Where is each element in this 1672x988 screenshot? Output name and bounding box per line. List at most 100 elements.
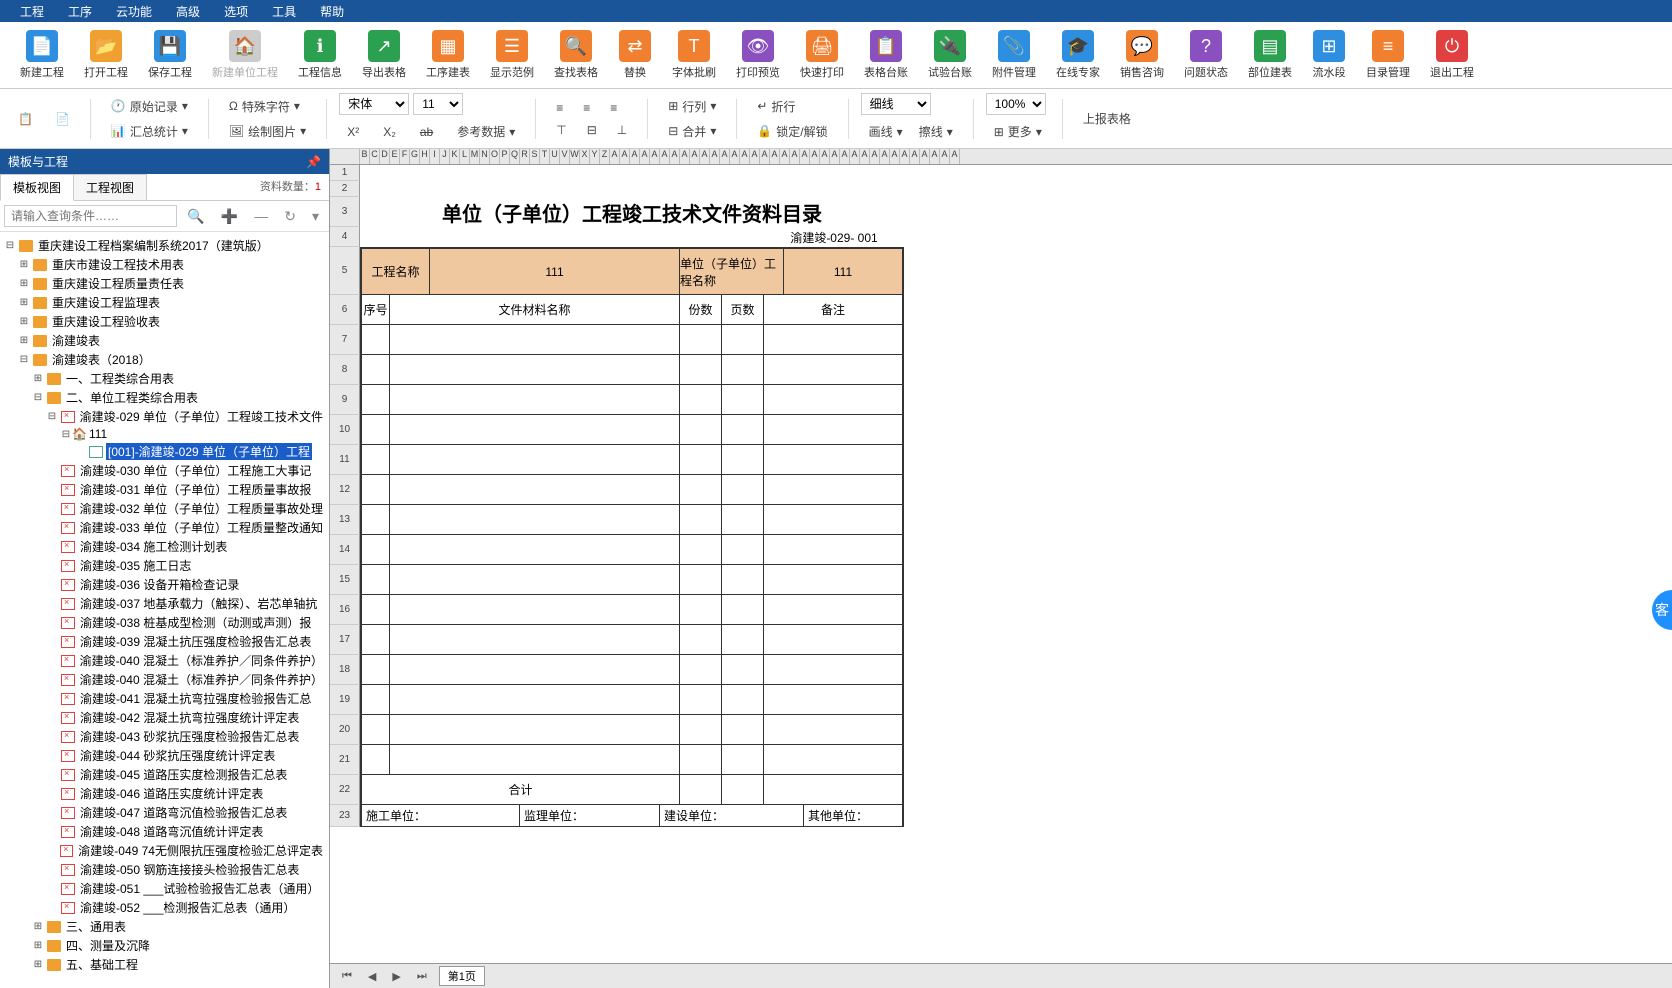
tree-node[interactable]: 渝建竣-032 单位（子单位）工程质量事故处理 (4, 499, 325, 518)
page-prev[interactable]: ◀ (364, 970, 380, 983)
toolbar-btn-3[interactable]: 🏠新建单位工程 (202, 28, 288, 82)
toolbar-btn-20[interactable]: ⊞流水段 (1302, 28, 1356, 82)
line-style-select[interactable]: 细线 (861, 93, 931, 115)
tree-node[interactable]: [001]-渝建竣-029 单位（子单位）工程 (4, 442, 325, 461)
line-color-btn[interactable]: 画线 ▾ (861, 119, 911, 144)
tree-node[interactable]: 渝建竣-049 74无侧限抗压强度检验汇总评定表 (4, 841, 325, 860)
copy-icon[interactable]: 📋 (10, 108, 41, 130)
tree-node[interactable]: ⊞重庆市建设工程技术用表 (4, 255, 325, 274)
special-char-btn[interactable]: Ω 特殊字符 ▾ (221, 94, 314, 119)
toolbar-btn-5[interactable]: ↗导出表格 (352, 28, 416, 82)
tree-node[interactable]: ⊟二、单位工程类综合用表 (4, 388, 325, 407)
tree-node[interactable]: 渝建竣-047 道路弯沉值检验报告汇总表 (4, 803, 325, 822)
toolbar-btn-7[interactable]: ☰显示范例 (480, 28, 544, 82)
wrap-btn[interactable]: ↵ 折行 (749, 94, 835, 119)
upload-btn[interactable]: 上报表格 (1075, 106, 1139, 131)
tree-node[interactable]: 渝建竣-050 钢筋连接接头检验报告汇总表 (4, 860, 325, 879)
menu-help[interactable]: 帮助 (308, 1, 356, 22)
tree-node[interactable]: 渝建竣-045 道路压实度检测报告汇总表 (4, 765, 325, 784)
page-first[interactable]: ⏮ (338, 970, 356, 983)
ref-data-btn[interactable]: 参考数据 ▾ (449, 119, 523, 144)
tree-node[interactable]: 渝建竣-041 混凝土抗弯拉强度检验报告汇总 (4, 689, 325, 708)
toolbar-btn-9[interactable]: ⇄替换 (608, 28, 662, 82)
toolbar-btn-4[interactable]: ℹ工程信息 (288, 28, 352, 82)
tree-node[interactable]: 渝建竣-046 道路压实度统计评定表 (4, 784, 325, 803)
menu-process[interactable]: 工序 (56, 1, 104, 22)
more-btn[interactable]: ⊞ 更多 ▾ (986, 119, 1050, 144)
tree-node[interactable]: ⊞重庆建设工程质量责任表 (4, 274, 325, 293)
tree-node[interactable]: ⊟渝建竣表（2018） (4, 350, 325, 369)
page-last[interactable]: ⏭ (413, 970, 431, 983)
menu-tools[interactable]: 工具 (260, 1, 308, 22)
tree-node[interactable]: ⊞四、测量及沉降 (4, 936, 325, 955)
tree-node[interactable]: ⊞渝建竣表 (4, 331, 325, 350)
tree-node[interactable]: ⊞五、基础工程 (4, 955, 325, 974)
menu-options[interactable]: 选项 (212, 1, 260, 22)
tree-node[interactable]: 渝建竣-044 砂浆抗压强度统计评定表 (4, 746, 325, 765)
tab-project-view[interactable]: 工程视图 (73, 174, 147, 200)
merge-btn[interactable]: ⊟ 合并 ▾ (660, 119, 724, 144)
toolbar-btn-2[interactable]: 💾保存工程 (138, 28, 202, 82)
zoom-select[interactable]: 100% (986, 93, 1046, 115)
tree-node[interactable]: 渝建竣-040 混凝土（标准养护／同条件养护） (4, 670, 325, 689)
tree-node[interactable]: ⊞重庆建设工程验收表 (4, 312, 325, 331)
sum-stat-btn[interactable]: 📊 汇总统计 ▾ (103, 119, 196, 144)
tree-node[interactable]: ⊞一、工程类综合用表 (4, 369, 325, 388)
toolbar-btn-10[interactable]: T字体批刷 (662, 28, 726, 82)
tab-template-view[interactable]: 模板视图 (0, 174, 74, 201)
tree-node[interactable]: 渝建竣-042 混凝土抗弯拉强度统计评定表 (4, 708, 325, 727)
tree-node[interactable]: 渝建竣-030 单位（子单位）工程施工大事记 (4, 461, 325, 480)
tree-node[interactable]: 渝建竣-035 施工日志 (4, 556, 325, 575)
subscript-btn[interactable]: X₂ (375, 119, 404, 144)
tree-node[interactable]: ⊞三、通用表 (4, 917, 325, 936)
draw-pic-btn[interactable]: 🖼 绘制图片 ▾ (221, 119, 314, 144)
valign-mid-btn[interactable]: ⊟ (579, 119, 605, 141)
toolbar-btn-6[interactable]: ▦工序建表 (416, 28, 480, 82)
toolbar-btn-12[interactable]: 🖨快速打印 (790, 28, 854, 82)
font-select[interactable]: 宋体 (339, 93, 409, 115)
menu-cloud[interactable]: 云功能 (104, 1, 164, 22)
font-size-select[interactable]: 11 (413, 93, 463, 115)
tree-node[interactable]: 渝建竣-039 混凝土抗压强度检验报告汇总表 (4, 632, 325, 651)
tree-node[interactable]: 渝建竣-038 桩基成型检测（动测或声测）报 (4, 613, 325, 632)
refresh-icon[interactable]: ↻ (278, 206, 302, 227)
toolbar-btn-22[interactable]: ⏻退出工程 (1420, 28, 1484, 82)
toolbar-btn-1[interactable]: 📂打开工程 (74, 28, 138, 82)
toolbar-btn-15[interactable]: 📎附件管理 (982, 28, 1046, 82)
minus-icon[interactable]: — (248, 206, 274, 226)
align-center-btn[interactable]: ≡ (575, 97, 598, 119)
superscript-btn[interactable]: X² (339, 119, 367, 144)
align-right-btn[interactable]: ≡ (602, 97, 625, 119)
toolbar-btn-16[interactable]: 🎓在线专家 (1046, 28, 1110, 82)
toolbar-btn-8[interactable]: 🔍查找表格 (544, 28, 608, 82)
page-next[interactable]: ▶ (388, 970, 404, 983)
toolbar-btn-13[interactable]: 📋表格台账 (854, 28, 918, 82)
pin-icon[interactable]: 📌 (306, 155, 321, 169)
valign-top-btn[interactable]: ⊤ (548, 119, 574, 141)
erase-line-btn[interactable]: 擦线 ▾ (911, 119, 961, 144)
tree-node[interactable]: 渝建竣-036 设备开箱检查记录 (4, 575, 325, 594)
tree-node[interactable]: ⊟🏠111 (4, 426, 325, 442)
toolbar-btn-0[interactable]: 📄新建工程 (10, 28, 74, 82)
rowcol-btn[interactable]: ⊞ 行列 ▾ (660, 94, 724, 119)
tree-node[interactable]: 渝建竣-034 施工检测计划表 (4, 537, 325, 556)
tree-node[interactable]: ⊞重庆建设工程监理表 (4, 293, 325, 312)
tree-node[interactable]: 渝建竣-040 混凝土（标准养护／同条件养护） (4, 651, 325, 670)
toolbar-btn-21[interactable]: ≡目录管理 (1356, 28, 1420, 82)
toolbar-btn-19[interactable]: ▤部位建表 (1238, 28, 1302, 82)
add-icon[interactable]: ➕ (215, 206, 244, 227)
tree-node[interactable]: 渝建竣-051 ___试验检验报告汇总表（通用） (4, 879, 325, 898)
page-current[interactable]: 第1页 (439, 966, 485, 986)
menu-advanced[interactable]: 高级 (164, 1, 212, 22)
valign-bot-btn[interactable]: ⊥ (609, 119, 635, 141)
toolbar-btn-17[interactable]: 💬销售咨询 (1110, 28, 1174, 82)
toolbar-btn-18[interactable]: ?问题状态 (1174, 28, 1238, 82)
toolbar-btn-14[interactable]: 🔌试验台账 (918, 28, 982, 82)
tree-node[interactable]: 渝建竣-031 单位（子单位）工程质量事故报 (4, 480, 325, 499)
toolbar-btn-11[interactable]: 👁打印预览 (726, 28, 790, 82)
raw-record-btn[interactable]: 🕐 原始记录 ▾ (103, 94, 196, 119)
tree-node[interactable]: ⊟渝建竣-029 单位（子单位）工程竣工技术文件 (4, 407, 325, 426)
align-left-btn[interactable]: ≡ (548, 97, 571, 119)
tree-node[interactable]: 渝建竣-043 砂浆抗压强度检验报告汇总表 (4, 727, 325, 746)
lock-btn[interactable]: 🔒 锁定/解锁 (749, 119, 835, 144)
